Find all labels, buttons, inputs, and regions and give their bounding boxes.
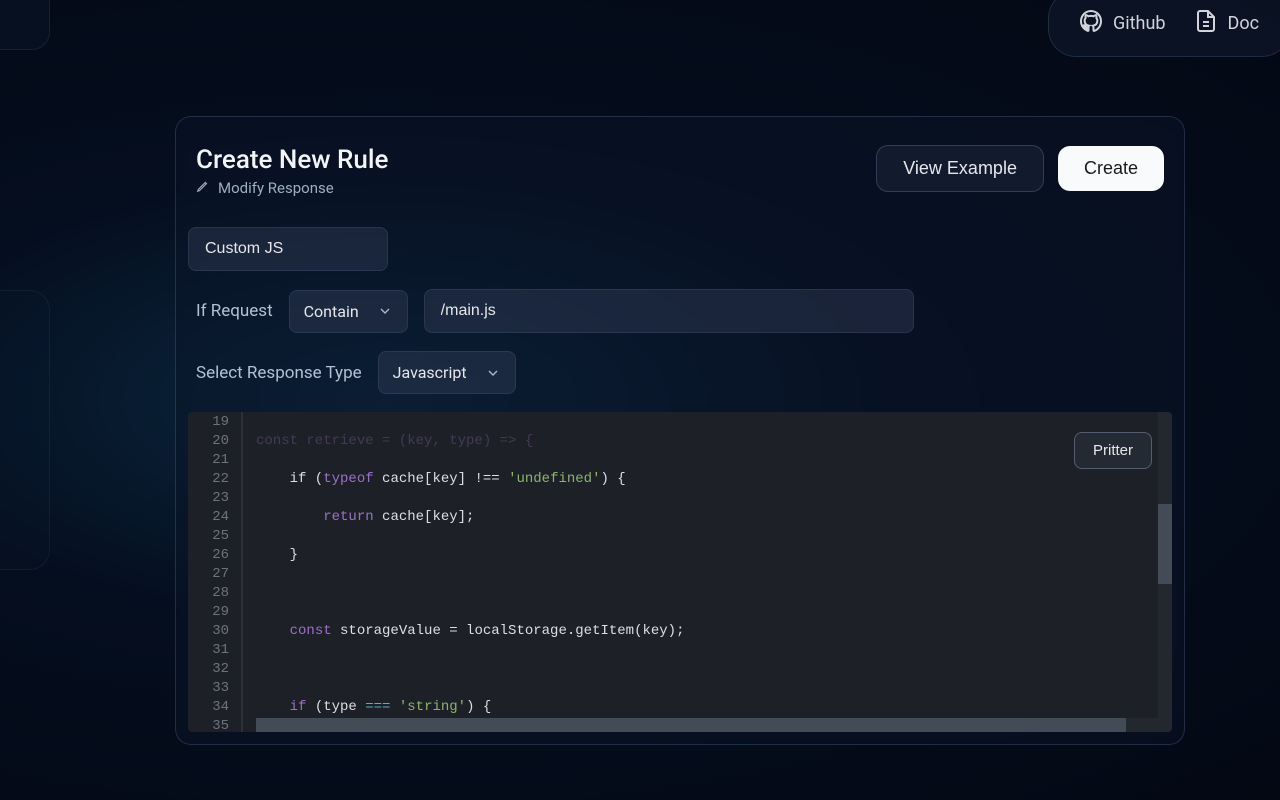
card-title: Create New Rule (196, 145, 388, 175)
pritter-button[interactable]: Pritter (1074, 432, 1152, 469)
match-type-value: Contain (304, 302, 359, 321)
url-input[interactable] (424, 289, 914, 333)
rule-name-input[interactable] (188, 227, 388, 271)
create-button[interactable]: Create (1058, 146, 1164, 191)
nav-github-label: Github (1113, 13, 1165, 34)
chevron-down-icon (485, 365, 501, 381)
view-example-button[interactable]: View Example (876, 145, 1044, 192)
title-group: Create New Rule Modify Response (196, 145, 388, 197)
github-icon (1079, 9, 1103, 38)
match-type-select[interactable]: Contain (289, 290, 408, 333)
nav-docs-link[interactable]: Doc (1194, 9, 1260, 38)
response-type-label: Select Response Type (188, 363, 362, 383)
left-decoration-box (0, 0, 50, 50)
card-subtitle: Modify Response (196, 179, 388, 197)
code-content[interactable]: const retrieve = (key, type) => { if (ty… (256, 413, 1172, 732)
nav-github-link[interactable]: Github (1079, 9, 1165, 38)
line-gutter: 192021222324252627282930313233343536 (188, 412, 243, 732)
request-match-row: If Request Contain (176, 289, 1184, 333)
if-request-label: If Request (188, 301, 273, 321)
document-icon (1194, 9, 1218, 38)
scrollbar-vertical[interactable] (1158, 504, 1172, 584)
header-actions: View Example Create (876, 145, 1164, 192)
nav-docs-label: Doc (1228, 13, 1260, 34)
subtitle-text: Modify Response (218, 179, 334, 197)
create-rule-card: Create New Rule Modify Response View Exa… (175, 116, 1185, 745)
response-type-select[interactable]: Javascript (378, 351, 516, 394)
card-header: Create New Rule Modify Response View Exa… (176, 145, 1184, 197)
rule-name-row (176, 227, 1184, 271)
pencil-icon (196, 179, 210, 197)
code-editor[interactable]: Pritter 19202122232425262728293031323334… (188, 412, 1172, 732)
scrollbar-horizontal[interactable] (256, 718, 1126, 732)
top-nav: Github Doc (1048, 0, 1280, 57)
left-decoration-box-2 (0, 290, 50, 570)
chevron-down-icon (377, 303, 393, 319)
response-type-row: Select Response Type Javascript (176, 351, 1184, 394)
response-type-value: Javascript (393, 363, 467, 382)
